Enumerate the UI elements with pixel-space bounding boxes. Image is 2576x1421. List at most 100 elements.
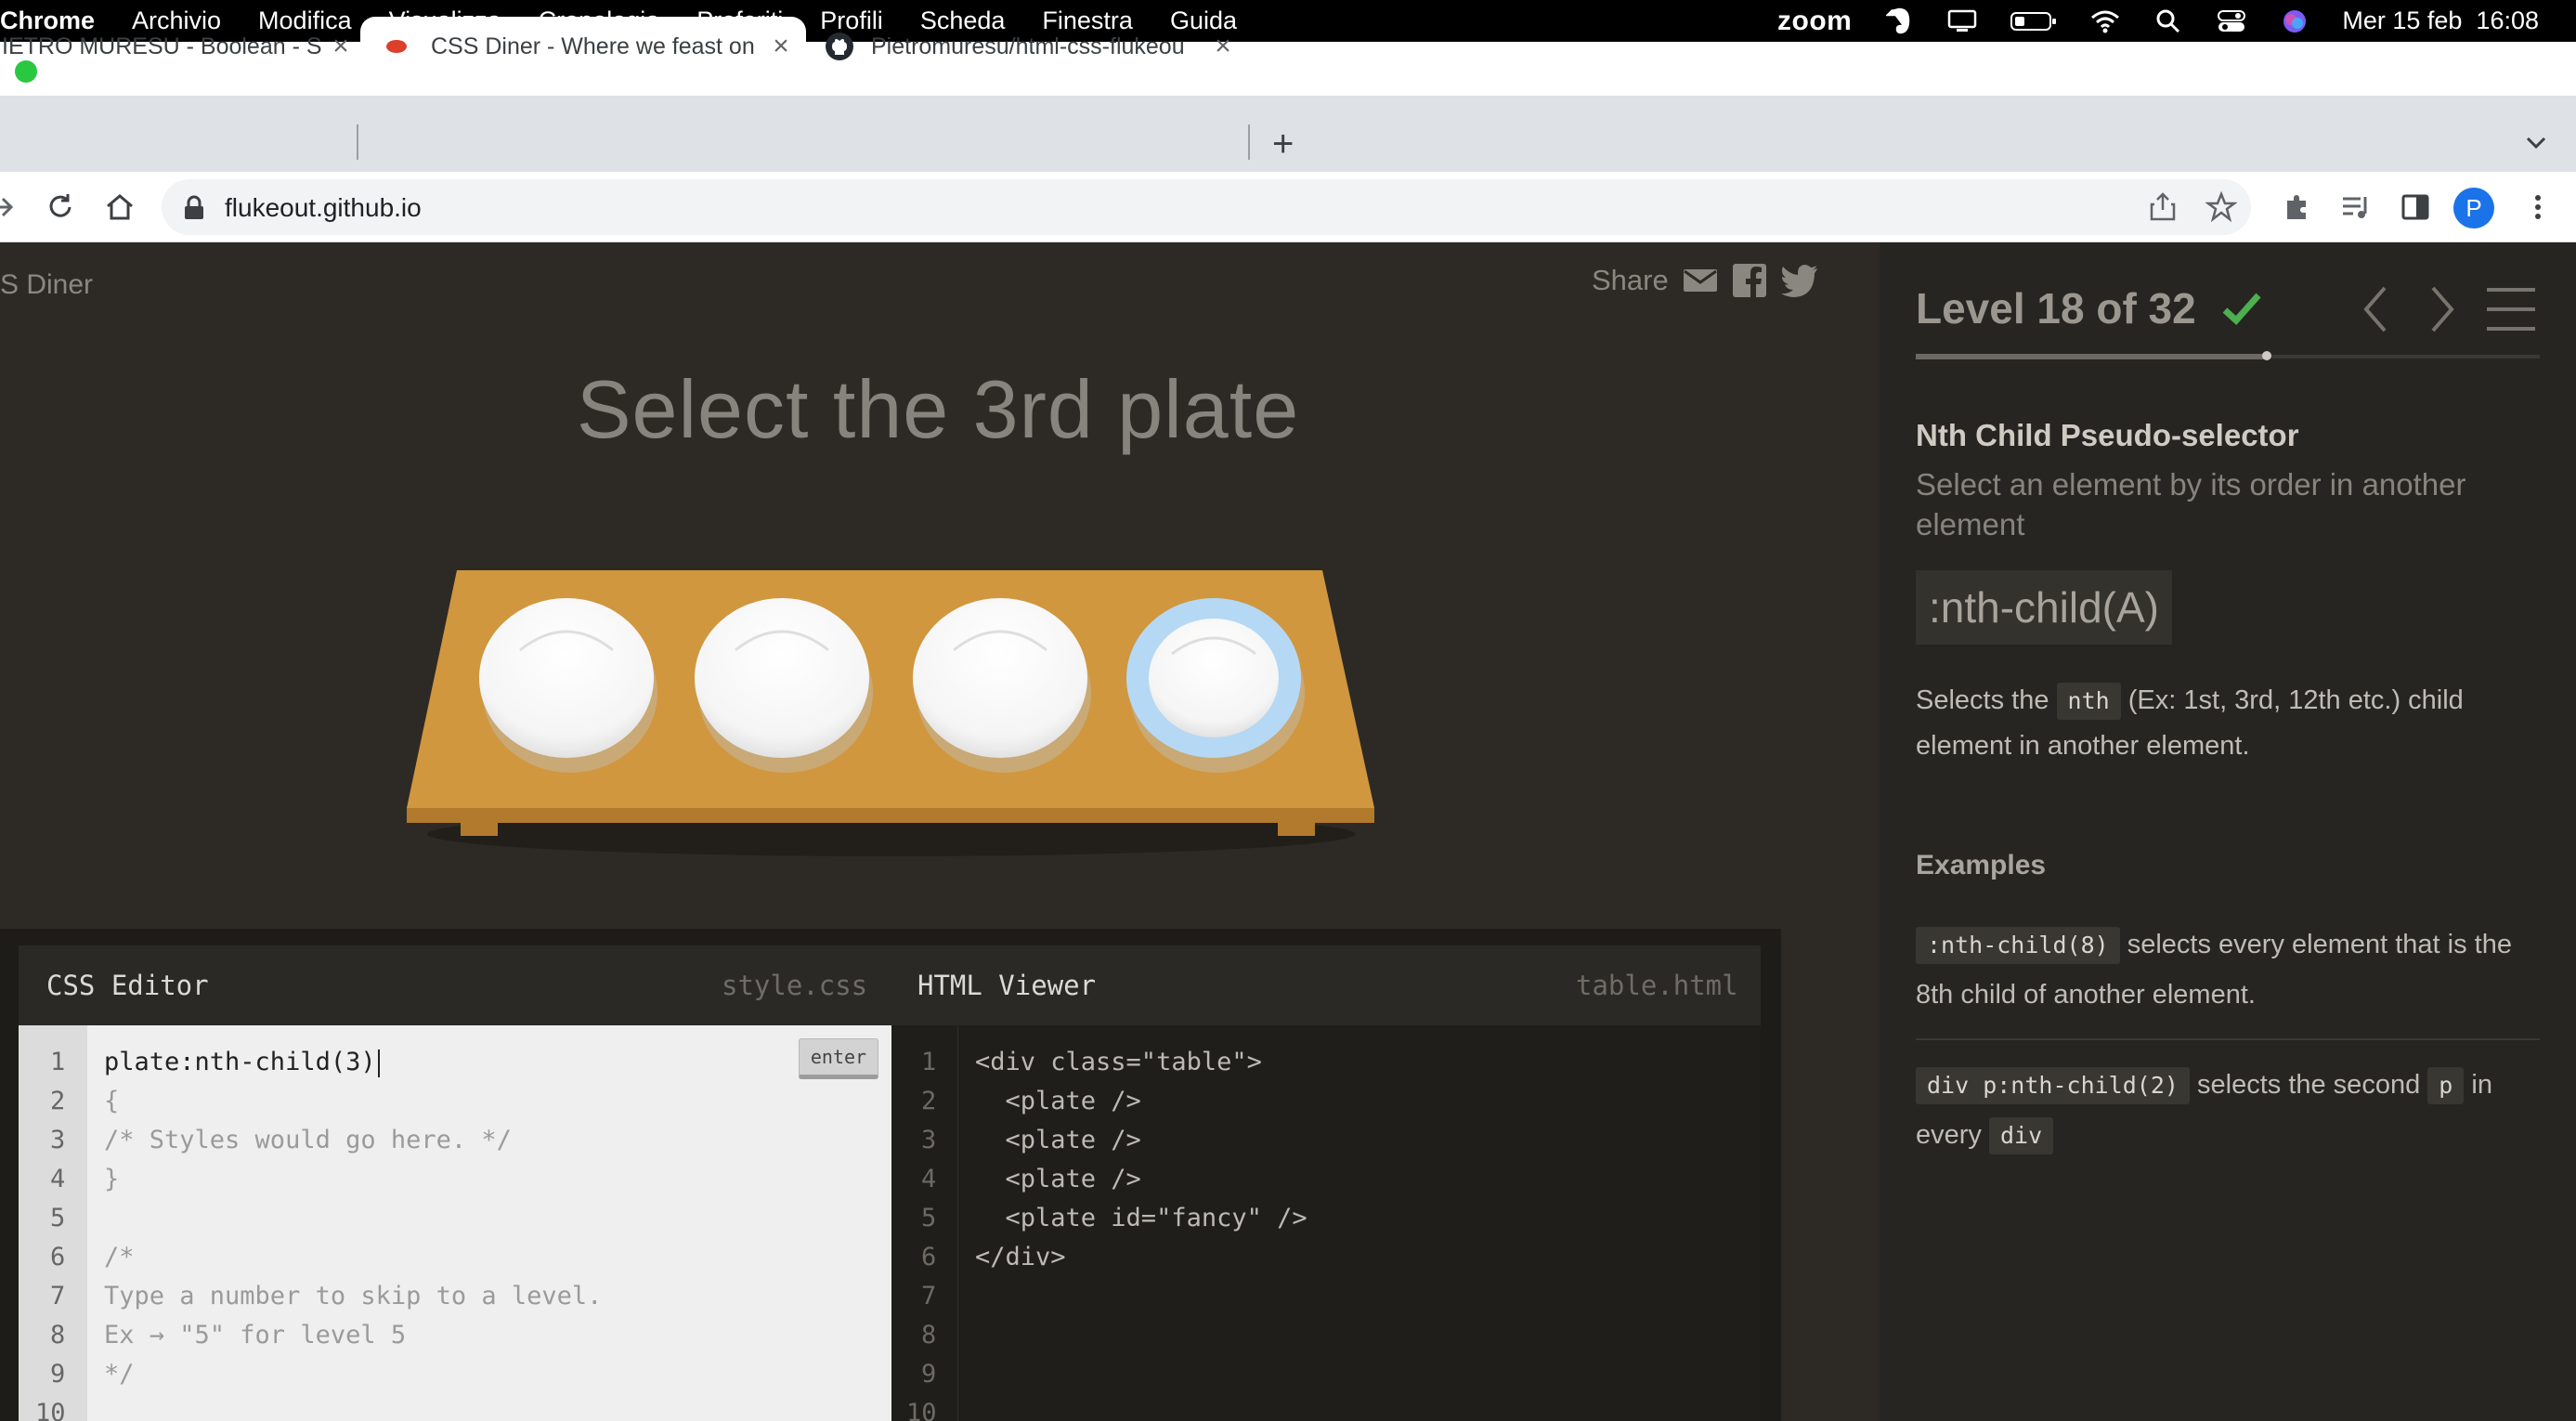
share-bar: Share [1592, 263, 1819, 298]
line-number: 7 [921, 1282, 937, 1310]
examples-heading: Examples [1916, 850, 2047, 880]
tab-close-icon[interactable]: × [767, 31, 795, 62]
css-editor-file: style.css [722, 970, 868, 1001]
plate[interactable] [479, 598, 657, 773]
line-number: 4 [921, 1165, 937, 1193]
selector-hint: Selects the nth (Ex: 1st, 3rd, 12th etc.… [1916, 678, 2547, 769]
site-brand[interactable]: S Diner [0, 269, 93, 301]
html-markup-line[interactable]: <plate /> [975, 1165, 1141, 1193]
example-item: :nth-child(8) selects every element that… [1916, 919, 2547, 1020]
wifi-icon[interactable] [2089, 9, 2121, 33]
code-line: { [104, 1087, 120, 1115]
fancy-plate[interactable] [1126, 598, 1305, 773]
selector-syntax: :nth-child(A) [1916, 570, 2172, 645]
share-page-icon[interactable] [2147, 191, 2179, 223]
url-text[interactable]: flukeout.github.io [225, 193, 422, 223]
tab-close-icon[interactable]: × [1209, 31, 1237, 62]
html-markup-line[interactable]: <plate /> [975, 1087, 1141, 1115]
css-editor-title: CSS Editor [46, 970, 209, 1001]
facebook-icon[interactable] [1732, 263, 1767, 298]
enter-button[interactable]: enter [799, 1038, 878, 1079]
new-tab-button[interactable]: + [1272, 124, 1294, 165]
example-tag: :nth-child(8) [1916, 927, 2120, 964]
siri-icon[interactable] [2279, 9, 2310, 33]
line-number: 5 [921, 1204, 937, 1232]
plate[interactable] [913, 598, 1091, 773]
forward-arrow-icon[interactable] [0, 191, 19, 223]
tab-css-diner[interactable]: CSS Diner - Where we feast on × [360, 17, 806, 76]
selector-name: Nth Child Pseudo-selector [1916, 418, 2299, 452]
html-markup-line[interactable]: </div> [975, 1243, 1066, 1271]
extensions-puzzle-icon[interactable] [2282, 191, 2313, 223]
hint-text: Selects the [1916, 685, 2049, 715]
level-complete-check-icon [2222, 293, 2261, 325]
share-label: Share [1592, 264, 1669, 296]
css-editor-body[interactable] [87, 1025, 891, 1421]
example-tag: p [2427, 1067, 2465, 1104]
line-number: 5 [50, 1204, 66, 1232]
code-line: /* Styles would go here. */ [104, 1126, 512, 1154]
level-progress-bar [1916, 354, 2267, 359]
level-progress-marker [2262, 351, 2271, 360]
tab-boolean[interactable]: IETRO MURESU - Boolean - S × [0, 17, 355, 76]
example-text: selects the second [2197, 1070, 2421, 1100]
html-viewer-file: table.html [1576, 970, 1738, 1001]
line-number: 9 [921, 1360, 937, 1388]
html-viewer-title: HTML Viewer [917, 970, 1097, 1001]
media-queue-icon[interactable] [2340, 191, 2372, 223]
text-caret [377, 1049, 380, 1077]
tab-title: Pietromuresu/html-css-flukeou [871, 33, 1185, 59]
next-level-chevron-icon[interactable] [2426, 284, 2457, 334]
css-selector-input[interactable]: plate:nth-child(3) [104, 1048, 380, 1077]
tab-close-icon[interactable]: × [327, 31, 355, 62]
more-menu-icon[interactable] [2522, 191, 2554, 223]
code-line: /* [104, 1243, 135, 1271]
line-number: 2 [50, 1087, 66, 1115]
lock-icon[interactable] [182, 195, 206, 221]
examples-divider [1916, 1038, 2540, 1040]
line-number: 3 [50, 1126, 66, 1154]
bookmark-star-icon[interactable] [2205, 191, 2237, 223]
tab-github[interactable]: Pietromuresu/html-css-flukeou × [810, 17, 1237, 76]
line-number: 1 [921, 1048, 937, 1076]
level-order-instruction: Select the 3rd plate [576, 363, 1300, 455]
code-line: Ex → "5" for level 5 [104, 1321, 407, 1349]
html-markup-line[interactable]: <plate /> [975, 1126, 1141, 1154]
line-number: 9 [50, 1360, 66, 1388]
email-icon[interactable] [1682, 266, 1719, 295]
line-number: 7 [50, 1282, 66, 1310]
html-markup-line[interactable]: <plate id="fancy" /> [975, 1204, 1308, 1232]
home-icon[interactable] [104, 191, 136, 223]
level-menu-hamburger-icon[interactable] [2485, 284, 2537, 334]
evernote-icon[interactable] [1883, 7, 1915, 33]
line-number: 1 [50, 1048, 66, 1076]
zoom-status[interactable]: zoom [1777, 6, 1852, 37]
clock[interactable]: Mer 15 feb 16:08 [2342, 7, 2539, 35]
level-indicator[interactable]: Level 18 of 32 [1916, 283, 2196, 333]
address-bar[interactable] [162, 179, 2251, 235]
code-line: } [104, 1165, 120, 1193]
hint-tag: nth [2056, 683, 2121, 720]
plate[interactable] [695, 598, 873, 773]
example-tag: div [1988, 1117, 2054, 1154]
reload-icon[interactable] [45, 191, 76, 223]
side-panel-icon[interactable] [2400, 191, 2431, 223]
control-center-icon[interactable] [2216, 9, 2247, 33]
css-input-value[interactable]: plate:nth-child(3) [104, 1048, 376, 1076]
tab-separator [357, 124, 358, 160]
html-markup-line[interactable]: <div class="table"> [975, 1048, 1262, 1076]
battery-icon[interactable] [2010, 9, 2058, 33]
example-tag: div p:nth-child(2) [1916, 1067, 2190, 1104]
previous-level-chevron-icon[interactable] [2361, 284, 2392, 334]
line-number: 10 [35, 1399, 66, 1421]
selector-description: Select an element by its order in anothe… [1916, 467, 2466, 541]
code-line: */ [104, 1360, 135, 1388]
twitter-icon[interactable] [1780, 264, 1819, 297]
diner-table [407, 570, 1374, 856]
profile-avatar[interactable]: P [2453, 188, 2494, 228]
display-icon[interactable] [1946, 9, 1978, 33]
line-number: 10 [906, 1399, 937, 1421]
spotlight-search-icon[interactable] [2153, 9, 2184, 33]
tab-title: CSS Diner - Where we feast on [431, 33, 755, 59]
tab-search-chevron-icon[interactable] [2522, 128, 2550, 156]
